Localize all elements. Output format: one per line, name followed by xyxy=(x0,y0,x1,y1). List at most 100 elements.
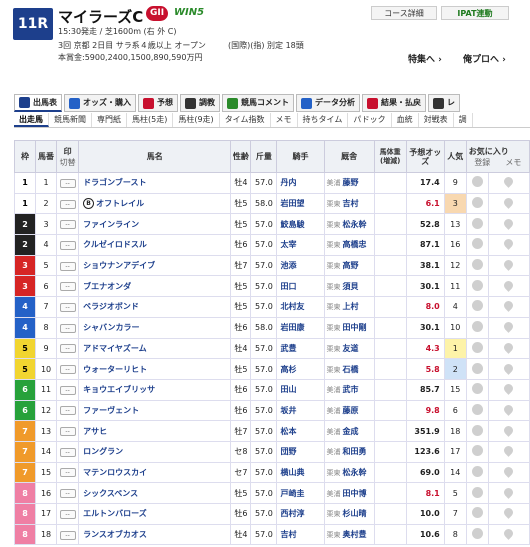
memo-pin-icon[interactable] xyxy=(502,320,516,334)
memo-cell[interactable] xyxy=(487,503,530,525)
favorite-icon[interactable] xyxy=(471,383,483,395)
favorite-cell[interactable] xyxy=(465,358,489,380)
trainer-cell[interactable]: 栗東 高野 xyxy=(323,254,375,277)
trainer-cell[interactable]: 美浦 藤原 xyxy=(323,399,375,422)
ipat-button[interactable]: IPAT連動 xyxy=(441,6,509,20)
mark-select[interactable]: -- xyxy=(59,220,76,230)
jockey-name[interactable]: 高杉 xyxy=(276,358,325,380)
favorite-cell[interactable] xyxy=(465,420,489,442)
subnav-item[interactable]: 専門紙 xyxy=(92,113,127,127)
jockey-name[interactable]: 田口 xyxy=(276,275,325,298)
favorite-cell[interactable] xyxy=(465,378,489,401)
mark-select[interactable]: -- xyxy=(59,509,76,519)
jockey-name[interactable]: 吉村 xyxy=(276,523,325,546)
memo-pin-icon[interactable] xyxy=(502,216,516,230)
favorite-icon[interactable] xyxy=(471,279,483,291)
memo-pin-icon[interactable] xyxy=(502,278,516,292)
favorite-cell[interactable] xyxy=(465,337,489,360)
horse-name[interactable]: ロングラン xyxy=(78,440,232,463)
favorite-cell[interactable] xyxy=(465,503,489,525)
mark-select[interactable]: -- xyxy=(59,447,76,457)
mark-cell[interactable]: -- xyxy=(56,296,80,318)
horse-name[interactable]: シックスペンス xyxy=(78,482,232,504)
memo-cell[interactable] xyxy=(487,378,530,401)
trainer-cell[interactable]: 栗東 松永幹 xyxy=(323,461,375,484)
horse-name[interactable]: ファインライン xyxy=(78,213,232,236)
memo-pin-icon[interactable] xyxy=(502,361,516,375)
mark-select[interactable]: -- xyxy=(59,323,76,333)
mark-cell[interactable]: -- xyxy=(56,503,80,525)
trainer-cell[interactable]: 美浦 田中博 xyxy=(323,482,375,504)
memo-cell[interactable] xyxy=(487,172,530,194)
favorite-icon[interactable] xyxy=(471,259,483,271)
memo-cell[interactable] xyxy=(487,254,530,277)
memo-pin-icon[interactable] xyxy=(502,382,516,396)
memo-cell[interactable] xyxy=(487,213,530,236)
mark-select[interactable]: -- xyxy=(59,199,76,209)
mark-select[interactable]: -- xyxy=(59,406,76,416)
jockey-name[interactable]: 池添 xyxy=(276,254,325,277)
favorite-cell[interactable] xyxy=(465,399,489,422)
mark-cell[interactable]: -- xyxy=(56,234,80,256)
memo-cell[interactable] xyxy=(487,358,530,380)
orepro-link[interactable]: 俺プロへ › xyxy=(463,52,506,65)
favorite-cell[interactable] xyxy=(465,213,489,236)
favorite-icon[interactable] xyxy=(471,465,483,477)
jockey-name[interactable]: 団野 xyxy=(276,440,325,463)
mark-select[interactable]: -- xyxy=(59,489,76,499)
memo-pin-icon[interactable] xyxy=(502,340,516,354)
favorite-cell[interactable] xyxy=(465,234,489,256)
trainer-cell[interactable]: 栗東 杉山晴 xyxy=(323,503,375,525)
mark-select[interactable]: -- xyxy=(59,427,76,437)
mark-cell[interactable]: -- xyxy=(56,440,80,463)
subnav-item[interactable]: 馬柱(9走) xyxy=(173,113,220,127)
trainer-cell[interactable]: 栗東 高橋忠 xyxy=(323,234,375,256)
favorite-icon[interactable] xyxy=(471,528,483,540)
horse-name[interactable]: ショウナンアデイブ xyxy=(78,254,232,277)
jockey-name[interactable]: 太宰 xyxy=(276,234,325,256)
mark-select[interactable]: -- xyxy=(59,261,76,271)
subnav-item[interactable]: パドック xyxy=(348,113,392,127)
favorite-cell[interactable] xyxy=(465,275,489,298)
mark-select[interactable]: -- xyxy=(59,178,76,188)
mark-select[interactable]: -- xyxy=(59,385,76,395)
favorite-icon[interactable] xyxy=(471,424,483,436)
jockey-name[interactable]: 坂井 xyxy=(276,399,325,422)
favorite-cell[interactable] xyxy=(465,254,489,277)
col-mark-toggle[interactable]: 切替 xyxy=(57,157,78,168)
memo-cell[interactable] xyxy=(487,275,530,298)
favorite-icon[interactable] xyxy=(471,507,483,519)
memo-pin-icon[interactable] xyxy=(502,506,516,520)
memo-pin-icon[interactable] xyxy=(502,485,516,499)
favorite-icon[interactable] xyxy=(471,341,483,353)
subnav-item[interactable]: タイム指数 xyxy=(220,113,271,127)
memo-cell[interactable] xyxy=(487,440,530,463)
memo-cell[interactable] xyxy=(487,192,530,215)
subnav-item[interactable]: 競馬新聞 xyxy=(49,113,92,127)
subnav-item[interactable]: 調 xyxy=(454,113,473,127)
horse-name[interactable]: ランスオブカオス xyxy=(78,523,232,546)
favorite-cell[interactable] xyxy=(465,172,489,194)
jockey-name[interactable]: 武豊 xyxy=(276,337,325,360)
subnav-item[interactable]: 対戦表 xyxy=(419,113,454,127)
favorite-icon[interactable] xyxy=(471,362,483,374)
memo-pin-icon[interactable] xyxy=(502,403,516,416)
horse-name[interactable]: ドラゴンブースト xyxy=(78,172,232,194)
mark-select[interactable]: -- xyxy=(59,530,76,540)
trainer-cell[interactable]: 栗東 須貝 xyxy=(323,275,375,298)
trainer-cell[interactable]: 栗東 上村 xyxy=(323,296,375,318)
mark-select[interactable]: -- xyxy=(59,365,76,375)
jockey-name[interactable]: 岩田康 xyxy=(276,316,325,339)
mark-cell[interactable]: -- xyxy=(56,337,80,360)
memo-cell[interactable] xyxy=(487,316,530,339)
horse-name[interactable]: マテンロウスカイ xyxy=(78,461,232,484)
memo-cell[interactable] xyxy=(487,523,530,546)
trainer-cell[interactable]: 美浦 藤野 xyxy=(323,172,375,194)
horse-name[interactable]: アドマイヤズーム xyxy=(78,337,232,360)
mark-cell[interactable]: -- xyxy=(56,172,80,194)
favorite-icon[interactable] xyxy=(471,197,483,209)
horse-name[interactable]: シャバンカラー xyxy=(78,316,232,339)
subnav-item[interactable]: 血統 xyxy=(392,113,419,127)
jockey-name[interactable]: 西村淳 xyxy=(276,503,325,525)
horse-name[interactable]: ファーヴェント xyxy=(78,399,232,422)
